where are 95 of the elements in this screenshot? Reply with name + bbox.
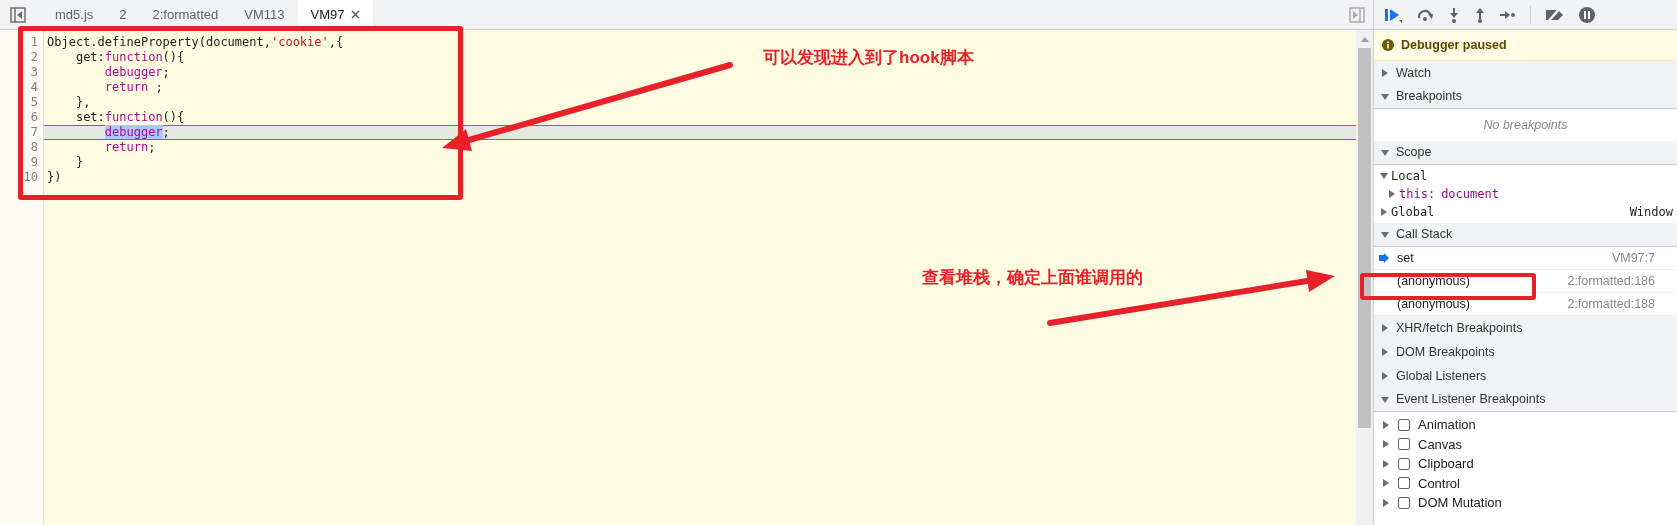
frame-location[interactable]: VM97:7 (1611, 248, 1655, 268)
caret-down-icon[interactable] (1381, 230, 1389, 239)
caret-right-icon[interactable] (1388, 190, 1396, 198)
listener-label: Animation (1418, 416, 1476, 434)
pause-icon[interactable] (1579, 6, 1595, 23)
scope-value: Window (1629, 204, 1673, 221)
code-line: debugger; (103, 65, 170, 79)
code-line: debugger; (103, 125, 170, 139)
line-number: 7 (29, 125, 39, 140)
line-number: 3 (29, 65, 39, 80)
caret-down-icon[interactable] (1381, 92, 1389, 101)
property-name[interactable]: this: (1399, 185, 1436, 203)
close-icon[interactable] (350, 10, 360, 19)
section-header[interactable]: Watch (1374, 61, 1677, 85)
caret-right-icon[interactable] (1381, 348, 1389, 356)
section-title: DOM Breakpoints (1396, 343, 1495, 361)
scrollbar-thumb[interactable] (1358, 48, 1371, 428)
resume-icon[interactable] (1384, 6, 1402, 23)
section-header[interactable]: DOM Breakpoints (1374, 340, 1677, 364)
annotation-text: 查看堆栈，确定上面谁调用的 (922, 267, 1143, 289)
checkbox[interactable] (1398, 418, 1410, 431)
sidebar-toggle-icon[interactable] (10, 6, 26, 23)
line-number: 8 (29, 140, 39, 155)
info-icon (1382, 39, 1394, 51)
checkbox[interactable] (1398, 457, 1410, 470)
section-header[interactable]: Global Listeners (1374, 364, 1677, 388)
annotation-text: 可以发现进入到了hook脚本 (763, 47, 974, 69)
section-header[interactable]: Breakpoints (1374, 85, 1677, 109)
line-number: 1 (29, 35, 39, 50)
section-title: Event Listener Breakpoints (1396, 391, 1546, 409)
section-title: Global Listeners (1396, 367, 1487, 385)
step-over-icon[interactable] (1416, 7, 1434, 22)
scrollbar[interactable] (1356, 30, 1373, 525)
file-tab[interactable]: 2 (106, 0, 140, 29)
function-name: (anonymous) (1397, 272, 1470, 290)
code-line: } (74, 155, 84, 169)
section-title: Call Stack (1396, 226, 1453, 244)
code-line: }, (74, 95, 91, 109)
property-value: document (1441, 186, 1499, 203)
line-number: 5 (29, 95, 39, 110)
line-number: 4 (29, 80, 39, 95)
call-frame[interactable]: (anonymous) 2:formatted:186 (1374, 270, 1677, 293)
line-number: 2 (29, 50, 39, 65)
caret-down-icon[interactable] (1381, 148, 1389, 157)
scope-name[interactable]: Local (1391, 167, 1428, 185)
section-title: Watch (1396, 64, 1431, 82)
empty-message: No breakpoints (1483, 116, 1568, 134)
file-tab[interactable]: 2:formatted (139, 0, 232, 29)
section-header[interactable]: Event Listener Breakpoints (1374, 388, 1677, 412)
caret-down-icon[interactable] (1380, 172, 1388, 180)
caret-right-icon[interactable] (1382, 440, 1390, 449)
section-title: Breakpoints (1396, 88, 1462, 106)
section-header[interactable]: Call Stack (1374, 223, 1677, 247)
section-title: XHR/fetch Breakpoints (1396, 319, 1523, 337)
section-header[interactable]: Scope (1374, 141, 1677, 165)
section-header[interactable]: XHR/fetch Breakpoints (1374, 316, 1677, 340)
caret-right-icon[interactable] (1380, 208, 1388, 216)
frame-location[interactable]: 2:formatted:186 (1567, 271, 1655, 291)
code-line: return ; (103, 80, 163, 94)
listener-label: Clipboard (1418, 455, 1474, 473)
scope-name[interactable]: Global (1391, 203, 1435, 221)
checkbox[interactable] (1398, 438, 1410, 451)
listener-label: Control (1418, 474, 1460, 493)
line-number: 10 (22, 170, 39, 185)
caret-right-icon[interactable] (1381, 324, 1389, 332)
line-number: 6 (29, 110, 39, 125)
code-line: Object.defineProperty(document,'cookie',{ (47, 35, 344, 49)
code-line: return; (103, 140, 156, 154)
caret-right-icon[interactable] (1382, 459, 1390, 468)
sidebar-toggle-icon[interactable] (1349, 6, 1365, 23)
caret-down-icon[interactable] (1381, 395, 1389, 404)
frame-location[interactable]: 2:formatted:188 (1567, 294, 1655, 314)
function-name: set (1397, 249, 1414, 267)
line-number: 9 (29, 155, 39, 170)
listener-label: Canvas (1418, 435, 1463, 454)
caret-right-icon[interactable] (1382, 479, 1390, 488)
code-line: set:function(){ (74, 110, 185, 124)
caret-right-icon[interactable] (1381, 372, 1389, 380)
checkbox[interactable] (1398, 477, 1410, 490)
section-title: Scope (1396, 144, 1432, 162)
file-tab[interactable]: md5.js (42, 0, 107, 29)
paused-message: Debugger paused (1401, 36, 1507, 54)
step-into-icon[interactable] (1448, 6, 1460, 23)
call-frame[interactable]: set VM97:7 (1374, 247, 1677, 270)
function-name: (anonymous) (1397, 295, 1470, 313)
code-line: }) (47, 170, 62, 184)
caret-right-icon[interactable] (1382, 498, 1390, 507)
code-line: get:function(){ (74, 50, 185, 64)
file-tab[interactable]: VM113 (231, 0, 298, 29)
listener-label: DOM Mutation (1418, 494, 1502, 512)
checkbox[interactable] (1398, 496, 1410, 509)
caret-right-icon[interactable] (1382, 420, 1390, 429)
step-out-icon[interactable] (1474, 6, 1486, 23)
step-icon[interactable] (1500, 9, 1516, 20)
caret-right-icon[interactable] (1381, 69, 1389, 77)
